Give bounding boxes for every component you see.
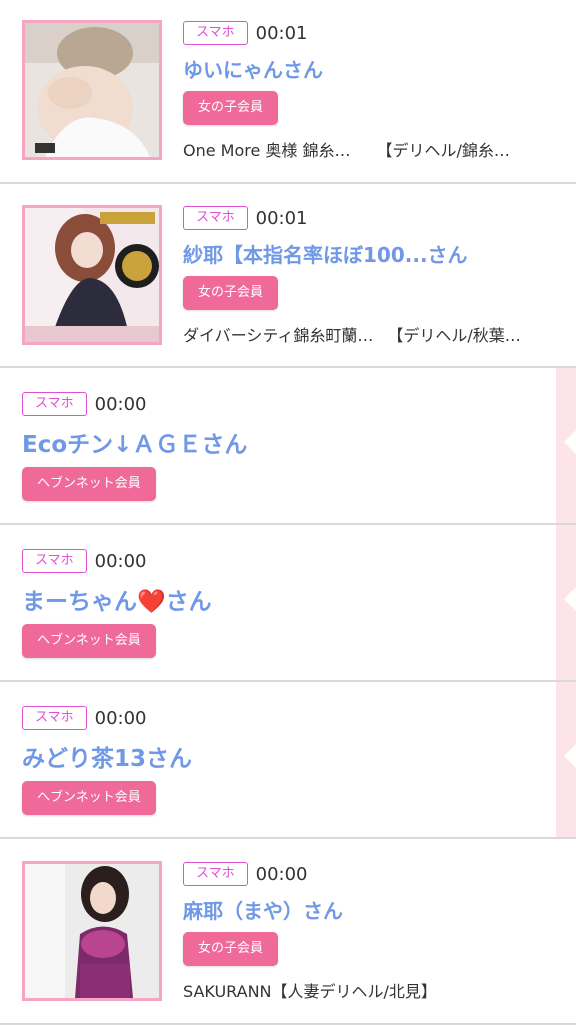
list-item[interactable]: スマホ 00:00 まーちゃん❤️さん ヘブンネット会員	[0, 525, 576, 682]
access-list: スマホ 00:01 ゆいにゃんさん 女の子会員 One More 奥様 錦糸… 【…	[0, 0, 576, 1025]
phone-badge: スマホ	[183, 21, 248, 45]
member-name[interactable]: ゆいにゃんさん	[183, 54, 553, 83]
member-type-badge: ヘブンネット会員	[22, 781, 156, 815]
list-item[interactable]: スマホ 00:00 Ecoチン↓ＡＧＥさん ヘブンネット会員	[0, 368, 576, 525]
list-item[interactable]: スマホ 00:01 紗耶【本指名率ほぼ100...さん 女の子会員 ダイバーシテ…	[0, 184, 576, 368]
member-type-badge: 女の子会員	[183, 276, 279, 310]
profile-thumbnail[interactable]	[22, 205, 162, 345]
member-type-badge: ヘブンネット会員	[22, 467, 156, 501]
item-content: スマホ 00:00 まーちゃん❤️さん ヘブンネット会員	[22, 548, 212, 658]
shop-info[interactable]: One More 奥様 錦糸… 【デリヘル/錦糸…	[183, 137, 553, 161]
member-name[interactable]: 麻耶（まや）さん	[183, 895, 553, 924]
item-content: スマホ 00:01 紗耶【本指名率ほぼ100...さん 女の子会員 ダイバーシテ…	[183, 205, 553, 346]
item-content: スマホ 00:01 ゆいにゃんさん 女の子会員 One More 奥様 錦糸… 【…	[183, 20, 553, 161]
access-time: 00:00	[94, 393, 147, 415]
side-decoration	[556, 368, 576, 523]
list-item[interactable]: スマホ 00:01 ゆいにゃんさん 女の子会員 One More 奥様 錦糸… 【…	[0, 0, 576, 184]
list-item[interactable]: スマホ 00:00 みどり茶13さん ヘブンネット会員	[0, 682, 576, 839]
member-type-badge: 女の子会員	[183, 91, 279, 125]
member-name[interactable]: 紗耶【本指名率ほぼ100...さん	[183, 239, 553, 268]
member-type-badge: ヘブンネット会員	[22, 624, 156, 658]
access-time: 00:00	[94, 550, 147, 572]
item-content: スマホ 00:00 Ecoチン↓ＡＧＥさん ヘブンネット会員	[22, 391, 247, 501]
phone-badge: スマホ	[22, 392, 87, 416]
access-time: 00:01	[255, 207, 308, 229]
shop-area: 【デリヘル/錦糸…	[376, 141, 510, 160]
list-item[interactable]: スマホ 00:00 麻耶（まや）さん 女の子会員 SAKURANN【人妻デリヘル…	[0, 839, 576, 1025]
access-time: 00:00	[94, 707, 147, 729]
side-decoration	[556, 525, 576, 680]
access-time: 00:00	[255, 863, 308, 885]
member-name[interactable]: まーちゃん❤️さん	[22, 582, 212, 616]
shop-info[interactable]: ダイバーシティ錦糸町蘭… 【デリヘル/秋葉…	[183, 322, 553, 346]
item-content: スマホ 00:00 麻耶（まや）さん 女の子会員 SAKURANN【人妻デリヘル…	[183, 861, 553, 1002]
member-name[interactable]: みどり茶13さん	[22, 739, 192, 773]
shop-name: ダイバーシティ錦糸町蘭…	[183, 326, 374, 345]
shop-name: SAKURANN【人妻デリヘル/北見】	[183, 982, 437, 1001]
member-type-badge: 女の子会員	[183, 932, 279, 966]
profile-thumbnail[interactable]	[22, 20, 162, 160]
phone-badge: スマホ	[183, 206, 248, 230]
shop-info[interactable]: SAKURANN【人妻デリヘル/北見】	[183, 978, 553, 1002]
shop-area: 【デリヘル/秋葉…	[387, 326, 521, 345]
access-time: 00:01	[255, 22, 308, 44]
side-decoration	[556, 682, 576, 837]
shop-name: One More 奥様 錦糸…	[183, 141, 351, 160]
phone-badge: スマホ	[22, 549, 87, 573]
profile-thumbnail[interactable]	[22, 861, 162, 1001]
phone-badge: スマホ	[22, 706, 87, 730]
member-name[interactable]: Ecoチン↓ＡＧＥさん	[22, 425, 247, 459]
item-content: スマホ 00:00 みどり茶13さん ヘブンネット会員	[22, 705, 192, 815]
phone-badge: スマホ	[183, 862, 248, 886]
